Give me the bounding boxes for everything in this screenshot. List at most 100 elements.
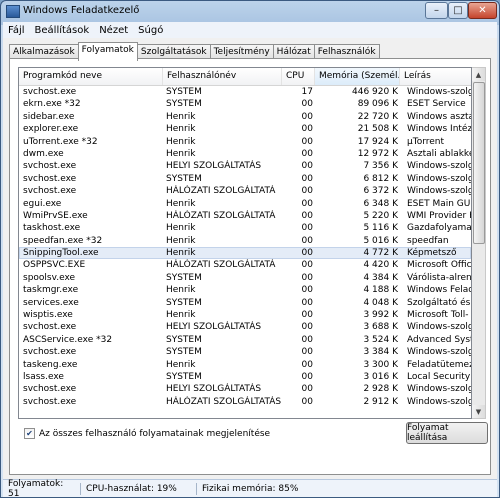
- process-description: Microsoft Office Softw: [407, 260, 471, 271]
- process-user: Henrik: [166, 285, 196, 296]
- minimize-button[interactable]: –: [425, 2, 448, 19]
- process-row[interactable]: sidebar.exe Henrik 00 22 720 K Windows aszta…: [19, 111, 471, 123]
- process-cpu: 00: [301, 297, 313, 308]
- process-name: ASCService.exe *32: [23, 334, 113, 345]
- close-button[interactable]: ✕: [468, 2, 497, 19]
- process-name: ekrn.exe *32: [23, 99, 81, 110]
- process-row[interactable]: lsass.exe SYSTEM 00 3 016 K Local Security A…: [19, 371, 471, 383]
- show-all-users-label: Az összes felhasználó folyamatainak megj…: [39, 428, 271, 439]
- process-cpu: 00: [301, 210, 313, 221]
- process-row[interactable]: uTorrent.exe *32 Henrik 00 17 924 K µTorrent: [19, 136, 471, 148]
- process-description: Feladatütemező motor: [407, 359, 471, 370]
- scroll-thumb[interactable]: [473, 82, 485, 244]
- process-user: Henrik: [166, 223, 196, 234]
- process-description: Windows asztali minial: [407, 111, 471, 122]
- menu-file[interactable]: Fájl: [3, 25, 30, 36]
- process-memory: 3 524 K: [363, 334, 398, 345]
- process-user: HELYI SZOLGÁLTATÁS: [166, 384, 262, 395]
- process-row[interactable]: egui.exe Henrik 00 6 348 K ESET Main GUI: [19, 198, 471, 210]
- process-description: Szolgáltató és vezérlő: [407, 297, 471, 308]
- show-all-users-checkbox[interactable]: ✔: [24, 428, 35, 439]
- task-manager-icon: [6, 5, 20, 18]
- process-row[interactable]: ekrn.exe *32 SYSTEM 00 89 096 K ESET Service: [19, 98, 471, 110]
- process-memory: 3 688 K: [363, 322, 398, 333]
- process-name: svchost.exe: [23, 322, 77, 333]
- process-row[interactable]: svchost.exe SYSTEM 00 3 384 K Windows-szolgá…: [19, 346, 471, 358]
- process-user: Henrik: [166, 235, 196, 246]
- process-memory: 89 096 K: [357, 99, 398, 110]
- process-cpu: 00: [301, 272, 313, 283]
- process-row[interactable]: speedfan.exe *32 Henrik 00 5 016 K speedfan: [19, 235, 471, 247]
- process-row[interactable]: taskhost.exe Henrik 00 5 116 K Gazdafolyamat…: [19, 222, 471, 234]
- process-memory: 3 384 K: [363, 347, 398, 358]
- process-row[interactable]: explorer.exe Henrik 00 21 508 K Windows Inté…: [19, 123, 471, 135]
- process-cpu: 00: [301, 136, 313, 147]
- process-row[interactable]: svchost.exe HELYI SZOLGÁLTATÁS 00 7 356 K Wi…: [19, 160, 471, 172]
- process-row[interactable]: svchost.exe HÁLÓZATI SZOLGÁLTATÁS 00 2 912 …: [19, 396, 471, 408]
- scroll-down-icon[interactable]: ▼: [472, 405, 485, 418]
- process-memory: 4 420 K: [363, 260, 398, 271]
- process-name: uTorrent.exe *32: [23, 136, 98, 147]
- menu-help[interactable]: Súgó: [133, 25, 168, 36]
- process-row[interactable]: dwm.exe Henrik 00 12 972 K Asztali ablakkeze…: [19, 148, 471, 160]
- process-cpu: 00: [301, 310, 313, 321]
- menu-view[interactable]: Nézet: [94, 25, 133, 36]
- process-memory: 4 188 K: [363, 285, 398, 296]
- column-image-name[interactable]: Programkód neve: [19, 68, 163, 85]
- process-user: Henrik: [166, 359, 196, 370]
- vertical-scrollbar[interactable]: ▲ ▼: [472, 67, 486, 419]
- column-description[interactable]: Leírás: [400, 68, 471, 85]
- process-memory: 446 920 K: [352, 87, 398, 97]
- process-cpu: 17: [301, 87, 313, 97]
- process-row[interactable]: svchost.exe HÁLÓZATI SZOLGÁLTATÁ 00 6 372 K…: [19, 185, 471, 197]
- process-row[interactable]: svchost.exe HELYI SZOLGÁLTATÁS 00 2 928 K Wi…: [19, 383, 471, 395]
- process-cpu: 00: [301, 334, 313, 345]
- process-user: HÁLÓZATI SZOLGÁLTATÁ: [166, 186, 276, 197]
- column-cpu[interactable]: CPU: [282, 68, 315, 85]
- process-description: Windows-szolgáltatás: [407, 186, 471, 197]
- tab-processes[interactable]: Folyamatok: [77, 42, 138, 61]
- column-memory[interactable]: Memória (Személ...: [315, 68, 400, 85]
- process-name: svchost.exe: [23, 347, 77, 358]
- process-memory: 6 372 K: [363, 186, 398, 197]
- process-name: WmiPrvSE.exe: [23, 210, 88, 221]
- process-name: spoolsv.exe: [23, 272, 76, 283]
- process-row[interactable]: svchost.exe SYSTEM 00 6 812 K Windows-szolgá…: [19, 173, 471, 185]
- title-bar[interactable]: Windows Feladatkezelő – □ ✕: [1, 1, 499, 21]
- process-row[interactable]: svchost.exe HELYI SZOLGÁLTATÁS 00 3 688 K Wi…: [19, 321, 471, 333]
- process-user: HELYI SZOLGÁLTATÁS: [166, 161, 262, 172]
- process-list[interactable]: Programkód neve Felhasználónév CPU Memór…: [18, 67, 472, 419]
- process-name: svchost.exe: [23, 384, 77, 395]
- process-row[interactable]: wisptis.exe Henrik 00 3 992 K Microsoft Toll…: [19, 309, 471, 321]
- process-row[interactable]: SnippingTool.exe Henrik 00 4 772 K Képmetsző: [19, 247, 471, 260]
- checkmark-icon: ✔: [26, 429, 33, 438]
- process-row[interactable]: ASCService.exe *32 SYSTEM 00 3 524 K Advance…: [19, 334, 471, 346]
- menu-options[interactable]: Beállítások: [30, 25, 95, 36]
- status-physical-memory: Fizikai memória: 85%: [202, 483, 299, 494]
- process-name: speedfan.exe *32: [23, 235, 103, 246]
- process-user: Henrik: [166, 248, 196, 259]
- scroll-up-icon[interactable]: ▲: [472, 68, 485, 81]
- process-description: Windows-szolgáltatás: [407, 396, 471, 407]
- process-description: Windows-szolgáltatás: [407, 322, 471, 333]
- process-row[interactable]: spoolsv.exe SYSTEM 00 4 384 K Várólista-alre…: [19, 272, 471, 284]
- process-row[interactable]: taskmgr.exe Henrik 00 4 188 K Windows Felada…: [19, 284, 471, 296]
- process-row[interactable]: OSPPSVC.EXE HÁLÓZATI SZOLGÁLTATÁ 00 4 420 K…: [19, 259, 471, 271]
- end-process-button[interactable]: Folyamat leállítása: [406, 422, 488, 444]
- process-row[interactable]: svchost.exe SYSTEM 17 446 920 K Windows-szol…: [19, 86, 471, 98]
- process-cpu: 00: [301, 173, 313, 184]
- process-row[interactable]: WmiPrvSE.exe HÁLÓZATI SZOLGÁLTATÁ 00 5 220 …: [19, 210, 471, 222]
- column-user-name[interactable]: Felhasználónév: [163, 68, 282, 85]
- process-memory: 17 924 K: [357, 136, 398, 147]
- process-cpu: 00: [301, 384, 313, 395]
- maximize-button[interactable]: □: [448, 2, 468, 19]
- process-cpu: 00: [301, 396, 313, 407]
- process-user: HÁLÓZATI SZOLGÁLTATÁ: [166, 260, 276, 271]
- process-row[interactable]: taskeng.exe Henrik 00 3 300 K Feladatütemező…: [19, 359, 471, 371]
- process-name: taskmgr.exe: [23, 285, 79, 296]
- process-cpu: 00: [301, 322, 313, 333]
- menu-bar: Fájl Beállítások Nézet Súgó: [3, 22, 497, 38]
- process-row[interactable]: services.exe SYSTEM 00 4 048 K Szolgáltató é…: [19, 297, 471, 309]
- process-memory: 4 772 K: [363, 248, 398, 259]
- show-all-users-option[interactable]: ✔ Az összes felhasználó folyamatainak me…: [24, 428, 270, 439]
